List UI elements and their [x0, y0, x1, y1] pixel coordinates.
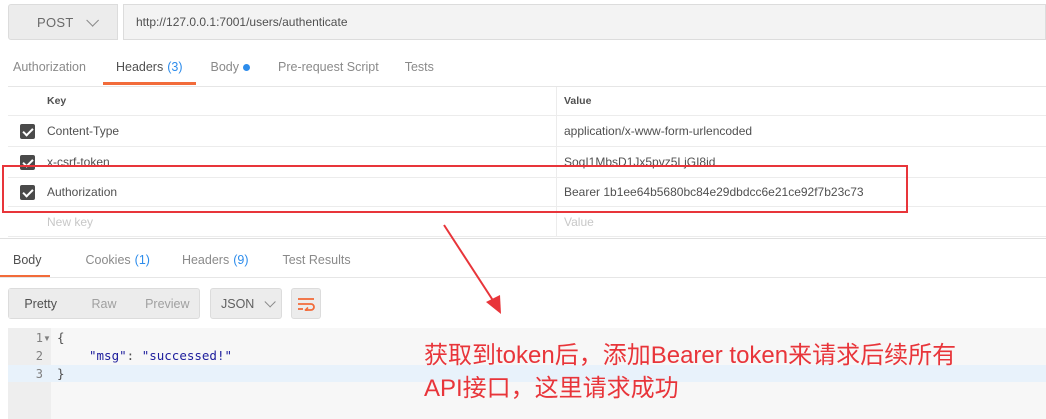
tab-label: Pre-request Script	[278, 60, 379, 74]
annotation-text: 获取到token后，添加Bearer token来请求后续所有 API接口，这里…	[424, 339, 1034, 405]
line-number: 2	[35, 349, 43, 363]
modified-dot-icon	[243, 63, 250, 71]
tab-label: Authorization	[13, 60, 86, 74]
tab-response-body[interactable]: Body	[0, 243, 58, 278]
code-token: }	[57, 366, 65, 381]
line-number: 1	[35, 331, 43, 345]
json-key: "msg"	[89, 348, 127, 363]
tab-headers[interactable]: Headers (3)	[102, 50, 196, 85]
divider	[0, 277, 1046, 278]
view-mode-group: Pretty Raw Preview	[8, 288, 200, 319]
key-column-header: Key	[47, 95, 67, 107]
format-select[interactable]: JSON	[210, 288, 282, 319]
code-line: "msg": "successed!"	[89, 348, 232, 363]
highlight-box	[2, 165, 908, 213]
tab-test-results[interactable]: Test Results	[266, 243, 366, 277]
wrap-lines-button[interactable]	[291, 288, 321, 319]
annotation-line: API接口，这里请求成功	[424, 375, 679, 402]
tab-label: Body	[13, 253, 42, 267]
chevron-down-icon	[264, 295, 277, 308]
table-row: Content-Type application/x-www-form-urle…	[8, 116, 1046, 147]
url-text: http://127.0.0.1:7001/users/authenticate	[136, 15, 348, 29]
tab-count: (9)	[233, 253, 249, 267]
tab-label: Headers	[115, 60, 164, 74]
tab-label: Body	[210, 60, 240, 74]
tab-pre-request-script[interactable]: Pre-request Script	[265, 50, 392, 84]
tab-body[interactable]: Body	[198, 50, 264, 84]
chevron-down-icon	[85, 13, 99, 27]
tab-label: Tests	[404, 60, 434, 74]
header-key[interactable]: Content-Type	[47, 116, 119, 146]
tab-response-headers[interactable]: Headers (9)	[166, 243, 265, 277]
tab-tests[interactable]: Tests	[392, 50, 447, 84]
tab-count: (1)	[134, 253, 150, 267]
code-token: {	[57, 330, 65, 345]
response-tabs: Body Cookies (1) Headers (9) Test Results	[0, 243, 1046, 278]
json-value: "successed!"	[141, 348, 233, 363]
table-header-row: Key Value	[8, 87, 1046, 116]
method-label: POST	[37, 14, 74, 30]
fold-arrow-icon[interactable]: ▼	[43, 334, 51, 343]
header-value[interactable]: application/x-www-form-urlencoded	[564, 116, 752, 146]
code-token: :	[126, 348, 142, 363]
value-column-header: Value	[564, 95, 592, 107]
code-line: {	[57, 330, 65, 345]
format-label: JSON	[221, 296, 255, 311]
tab-count: (3)	[167, 60, 183, 74]
code-line: }	[57, 366, 65, 381]
method-select[interactable]: POST	[8, 4, 118, 40]
preview-button[interactable]: Preview	[136, 289, 199, 318]
row-checkbox[interactable]	[20, 124, 35, 139]
tab-label: Cookies	[85, 253, 131, 267]
request-tabs: Authorization Headers (3) Body Pre-reques…	[0, 50, 1046, 85]
divider	[0, 238, 1046, 239]
raw-button[interactable]: Raw	[72, 289, 135, 318]
headers-table: Key Value Content-Type application/x-www…	[8, 86, 1046, 239]
annotation-line: 获取到token后，添加Bearer token来请求后续所有	[424, 342, 957, 369]
tab-label: Test Results	[282, 253, 351, 267]
tab-cookies[interactable]: Cookies (1)	[70, 243, 166, 277]
line-number: 3	[35, 367, 43, 381]
tab-label: Headers	[181, 253, 230, 267]
pretty-button[interactable]: Pretty	[9, 289, 73, 318]
url-input[interactable]: http://127.0.0.1:7001/users/authenticate	[123, 4, 1046, 40]
tab-authorization[interactable]: Authorization	[0, 50, 99, 84]
wrap-lines-icon	[298, 297, 315, 311]
